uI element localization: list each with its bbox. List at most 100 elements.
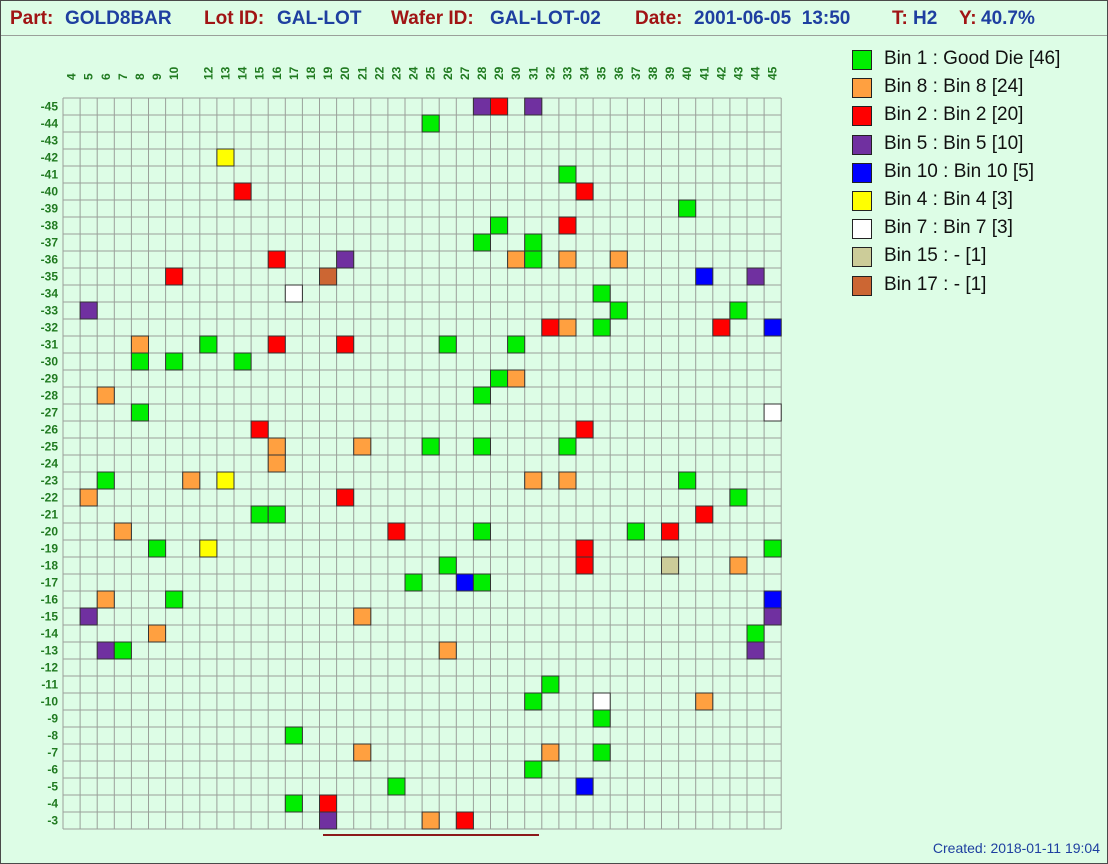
die-bin-1 xyxy=(609,301,628,320)
x-tick-label: 7 xyxy=(116,73,130,80)
x-tick-label: 10 xyxy=(167,66,181,80)
legend-label: Bin 7 : Bin 7 [3] xyxy=(884,217,1013,239)
die-bin-10 xyxy=(455,573,474,592)
die-bin-8 xyxy=(182,471,201,490)
die-bin-8 xyxy=(148,624,167,643)
x-tick-label: 41 xyxy=(697,66,711,80)
die-bin-1 xyxy=(250,505,269,524)
die-bin-5 xyxy=(763,607,782,626)
die-bin-1 xyxy=(524,250,543,269)
die-bin-1 xyxy=(524,233,543,252)
legend-swatch xyxy=(852,78,872,99)
y-tick-label: -12 xyxy=(41,661,59,675)
die-bin-1 xyxy=(233,352,252,371)
y-tick-label: -43 xyxy=(41,134,59,148)
die-bin-8 xyxy=(438,641,457,660)
die-bin-1 xyxy=(490,369,509,388)
y-tick-label: -15 xyxy=(41,610,59,624)
x-tick-label: 20 xyxy=(338,66,352,80)
y-tick-label: -10 xyxy=(41,695,59,709)
x-tick-label: 27 xyxy=(458,66,472,80)
die-bin-7 xyxy=(284,284,303,303)
x-tick-label: 18 xyxy=(304,66,318,80)
die-bin-1 xyxy=(472,522,491,541)
x-tick-label: 45 xyxy=(766,66,780,80)
die-bin-1 xyxy=(284,794,303,813)
x-tick-label: 34 xyxy=(578,66,592,80)
y-tick-label: -6 xyxy=(47,763,58,777)
x-tick-label: 8 xyxy=(133,73,147,80)
die-bin-5 xyxy=(79,301,98,320)
die-bin-8 xyxy=(353,607,372,626)
die-bin-2 xyxy=(575,182,594,201)
x-tick-label: 13 xyxy=(218,66,232,80)
x-tick-label: 19 xyxy=(321,66,335,80)
x-tick-label: 32 xyxy=(543,66,557,80)
x-tick-label: 22 xyxy=(372,66,386,80)
die-bin-8 xyxy=(558,250,577,269)
die-bin-2 xyxy=(455,811,474,830)
die-bin-8 xyxy=(130,335,149,354)
y-tick-label: -33 xyxy=(41,304,59,318)
die-bin-2 xyxy=(575,420,594,439)
die-bin-1 xyxy=(558,437,577,456)
die-bin-1 xyxy=(524,692,543,711)
die-bin-1 xyxy=(267,505,286,524)
die-bin-8 xyxy=(524,471,543,490)
die-bin-8 xyxy=(558,318,577,337)
die-bin-2 xyxy=(575,556,594,575)
die-bin-2 xyxy=(575,539,594,558)
y-tick-label: -45 xyxy=(41,100,59,114)
die-bin-2 xyxy=(541,318,560,337)
legend-label: Bin 2 : Bin 2 [20] xyxy=(884,104,1024,126)
die-bin-2 xyxy=(319,794,338,813)
y-tick-label: -8 xyxy=(47,729,58,743)
die-bin-2 xyxy=(336,335,355,354)
die-bin-8 xyxy=(267,437,286,456)
x-tick-label: 6 xyxy=(99,73,113,80)
die-bin-5 xyxy=(472,97,491,116)
legend-swatch xyxy=(852,247,872,268)
y-tick-label: -37 xyxy=(41,236,59,250)
die-bin-1 xyxy=(472,233,491,252)
x-tick-label: 43 xyxy=(731,66,745,80)
y-tick-label: -16 xyxy=(41,593,59,607)
y-tick-label: -44 xyxy=(41,117,59,131)
legend-label: Bin 4 : Bin 4 [3] xyxy=(884,189,1013,210)
x-tick-label: 37 xyxy=(629,66,643,80)
die-bin-1 xyxy=(592,318,611,337)
x-tick-label: 42 xyxy=(714,66,728,80)
y-tick-label: -29 xyxy=(41,372,59,386)
die-bin-8 xyxy=(79,488,98,507)
y-tick-label: -5 xyxy=(47,780,58,794)
die-bin-2 xyxy=(250,420,269,439)
y-tick-label: -26 xyxy=(41,423,59,437)
die-bin-2 xyxy=(165,267,184,286)
die-bin-1 xyxy=(130,403,149,422)
die-bin-4 xyxy=(216,148,235,167)
y-tick-label: -9 xyxy=(47,712,58,726)
die-bin-17 xyxy=(319,267,338,286)
die-bin-1 xyxy=(541,675,560,694)
x-tick-label: 40 xyxy=(680,66,694,80)
y-tick-label: -41 xyxy=(41,168,59,182)
die-bin-7 xyxy=(592,692,611,711)
x-tick-label: 21 xyxy=(355,66,369,80)
die-bin-1 xyxy=(404,573,423,592)
y-tick-label: -3 xyxy=(47,814,58,828)
die-bin-10 xyxy=(763,590,782,609)
x-tick-label: 35 xyxy=(595,66,609,80)
x-tick-label: 28 xyxy=(475,66,489,80)
die-bin-8 xyxy=(353,743,372,762)
x-tick-label: 5 xyxy=(82,73,96,80)
die-bin-1 xyxy=(729,488,748,507)
die-bin-15 xyxy=(661,556,680,575)
y-tick-label: -13 xyxy=(41,644,59,658)
die-bin-2 xyxy=(233,182,252,201)
die-bin-1 xyxy=(438,335,457,354)
die-bin-5 xyxy=(746,267,765,286)
x-tick-label: 9 xyxy=(150,73,164,80)
die-bin-1 xyxy=(130,352,149,371)
die-bin-2 xyxy=(490,97,509,116)
die-bin-8 xyxy=(507,369,526,388)
